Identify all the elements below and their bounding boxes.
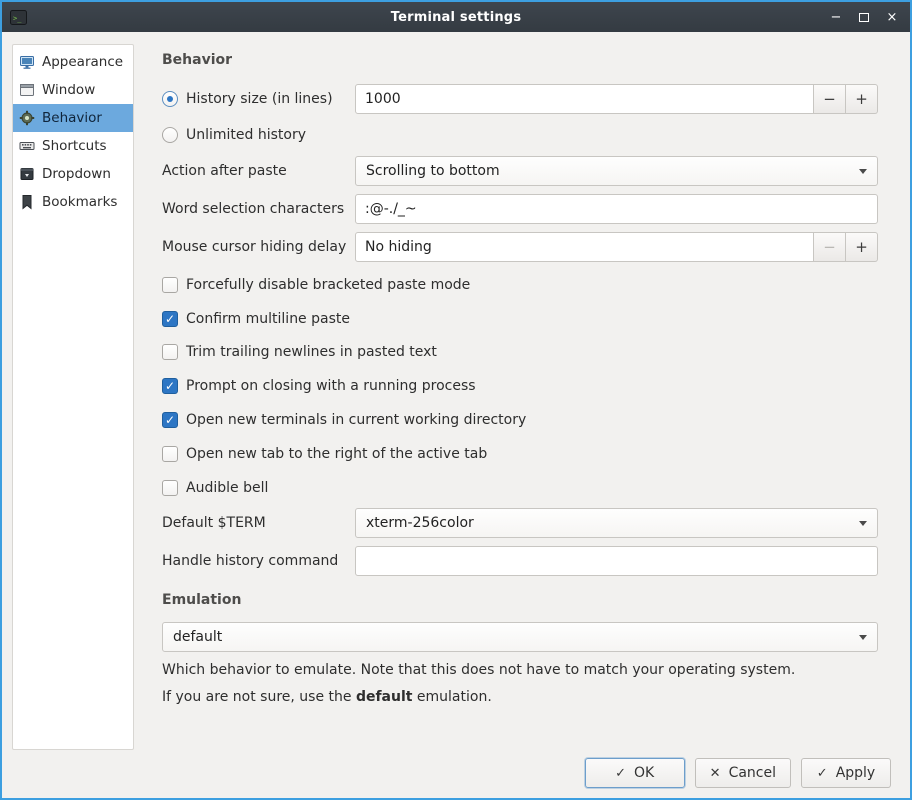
checkbox-confirm-multiline-paste[interactable]: [162, 311, 178, 327]
help-text-bold: default: [356, 689, 413, 705]
apply-button-label: Apply: [836, 765, 876, 781]
word-selection-label: Word selection characters: [162, 201, 344, 217]
help-text: If you are not sure, use the: [162, 689, 356, 705]
mouse-cursor-delay-increment-button[interactable]: +: [846, 232, 878, 262]
sidebar-item-label: Appearance: [42, 54, 123, 70]
handle-history-label: Handle history command: [162, 553, 338, 569]
svg-text:>_: >_: [13, 14, 22, 22]
emulation-combo[interactable]: default: [162, 622, 878, 652]
emulation-help-line1: Which behavior to emulate. Note that thi…: [162, 662, 878, 678]
word-selection-input[interactable]: [355, 194, 878, 224]
handle-history-row: Handle history command: [162, 546, 878, 576]
shortcuts-icon: [19, 138, 35, 154]
action-after-paste-combo[interactable]: Scrolling to bottom: [355, 156, 878, 186]
checkbox-audible-bell[interactable]: [162, 480, 178, 496]
action-after-paste-value: Scrolling to bottom: [366, 163, 500, 179]
emulation-heading: Emulation: [162, 592, 241, 608]
sidebar-item-label: Dropdown: [42, 166, 111, 182]
mouse-cursor-delay-row: Mouse cursor hiding delay − +: [162, 232, 878, 262]
restore-button[interactable]: [858, 11, 870, 23]
default-term-label: Default $TERM: [162, 515, 266, 531]
sidebar-item-shortcuts[interactable]: Shortcuts: [13, 132, 133, 160]
bookmarks-icon: [19, 194, 35, 210]
window-controls: − ×: [830, 11, 910, 23]
checkbox-row: Open new terminals in current working di…: [162, 409, 878, 431]
dialog-footer: ✓ OK ✕ Cancel ✓ Apply: [585, 758, 891, 788]
checkbox-row: Open new tab to the right of the active …: [162, 443, 878, 465]
sidebar-item-appearance[interactable]: Appearance: [13, 48, 133, 76]
checkbox-label[interactable]: Audible bell: [186, 480, 268, 496]
checkbox-row: Trim trailing newlines in pasted text: [162, 341, 878, 363]
close-button[interactable]: ×: [886, 11, 898, 23]
appearance-icon: [19, 54, 35, 70]
word-selection-row: Word selection characters: [162, 194, 878, 224]
checkbox-row: Confirm multiline paste: [162, 308, 878, 330]
titlebar[interactable]: >_ Terminal settings − ×: [2, 2, 910, 32]
help-text: emulation.: [412, 689, 491, 705]
mouse-cursor-delay-input[interactable]: [355, 232, 814, 262]
checkbox-row: Forcefully disable bracketed paste mode: [162, 274, 878, 296]
checkbox-row: Audible bell: [162, 477, 878, 499]
window-title: Terminal settings: [2, 10, 910, 25]
sidebar-item-label: Behavior: [42, 110, 102, 126]
terminal-icon: >_: [10, 10, 27, 25]
history-size-radio[interactable]: [162, 91, 178, 107]
unlimited-history-label[interactable]: Unlimited history: [186, 127, 306, 143]
mouse-cursor-delay-label: Mouse cursor hiding delay: [162, 239, 346, 255]
sidebar-item-bookmarks[interactable]: Bookmarks: [13, 188, 133, 216]
cancel-button[interactable]: ✕ Cancel: [695, 758, 791, 788]
behavior-heading: Behavior: [162, 52, 232, 68]
history-size-spinbox: − +: [355, 84, 878, 114]
sidebar-item-label: Window: [42, 82, 95, 98]
default-term-row: Default $TERM xterm-256color: [162, 508, 878, 538]
sidebar-item-label: Shortcuts: [42, 138, 107, 154]
checkbox-label[interactable]: Open new tab to the right of the active …: [186, 446, 487, 462]
checkbox-open-tab-right[interactable]: [162, 446, 178, 462]
checkbox-open-in-cwd[interactable]: [162, 412, 178, 428]
default-term-value: xterm-256color: [366, 515, 474, 531]
checkbox-prompt-on-closing[interactable]: [162, 378, 178, 394]
check-icon: ✓: [615, 767, 626, 780]
check-icon: ✓: [817, 767, 828, 780]
checkbox-label[interactable]: Trim trailing newlines in pasted text: [186, 344, 437, 360]
unlimited-history-radio[interactable]: [162, 127, 178, 143]
sidebar-item-window[interactable]: Window: [13, 76, 133, 104]
terminal-settings-window: >_ Terminal settings − × Appearance: [0, 0, 912, 800]
sidebar-item-behavior[interactable]: Behavior: [13, 104, 133, 132]
cross-icon: ✕: [710, 767, 721, 780]
window-icon: [19, 82, 35, 98]
action-after-paste-row: Action after paste Scrolling to bottom: [162, 156, 878, 186]
dropdown-icon: [19, 166, 35, 182]
checkbox-label[interactable]: Confirm multiline paste: [186, 311, 350, 327]
behavior-icon: [19, 110, 35, 126]
history-size-increment-button[interactable]: +: [846, 84, 878, 114]
sidebar-item-dropdown[interactable]: Dropdown: [13, 160, 133, 188]
emulation-row: default: [162, 622, 878, 652]
mouse-cursor-delay-decrement-button[interactable]: −: [814, 232, 846, 262]
apply-button[interactable]: ✓ Apply: [801, 758, 891, 788]
history-size-row: History size (in lines) − +: [162, 84, 878, 114]
history-size-input[interactable]: [355, 84, 814, 114]
minimize-button[interactable]: −: [830, 11, 842, 23]
action-after-paste-label: Action after paste: [162, 163, 287, 179]
default-term-combo[interactable]: xterm-256color: [355, 508, 878, 538]
mouse-cursor-delay-spinbox: − +: [355, 232, 878, 262]
checkbox-row: Prompt on closing with a running process: [162, 375, 878, 397]
history-size-decrement-button[interactable]: −: [814, 84, 846, 114]
checkbox-label[interactable]: Forcefully disable bracketed paste mode: [186, 277, 470, 293]
checkbox-label[interactable]: Open new terminals in current working di…: [186, 412, 526, 428]
history-size-label[interactable]: History size (in lines): [186, 91, 333, 107]
ok-button-label: OK: [634, 765, 654, 781]
emulation-value: default: [173, 629, 222, 645]
checkbox-disable-bracketed-paste[interactable]: [162, 277, 178, 293]
emulation-help-line2: If you are not sure, use the default emu…: [162, 689, 878, 705]
handle-history-input[interactable]: [355, 546, 878, 576]
cancel-button-label: Cancel: [729, 765, 776, 781]
sidebar-item-label: Bookmarks: [42, 194, 117, 210]
checkbox-trim-trailing-newlines[interactable]: [162, 344, 178, 360]
sidebar: Appearance Window: [12, 44, 134, 750]
checkbox-label[interactable]: Prompt on closing with a running process: [186, 378, 476, 394]
ok-button[interactable]: ✓ OK: [585, 758, 685, 788]
unlimited-history-row: Unlimited history: [162, 124, 878, 146]
